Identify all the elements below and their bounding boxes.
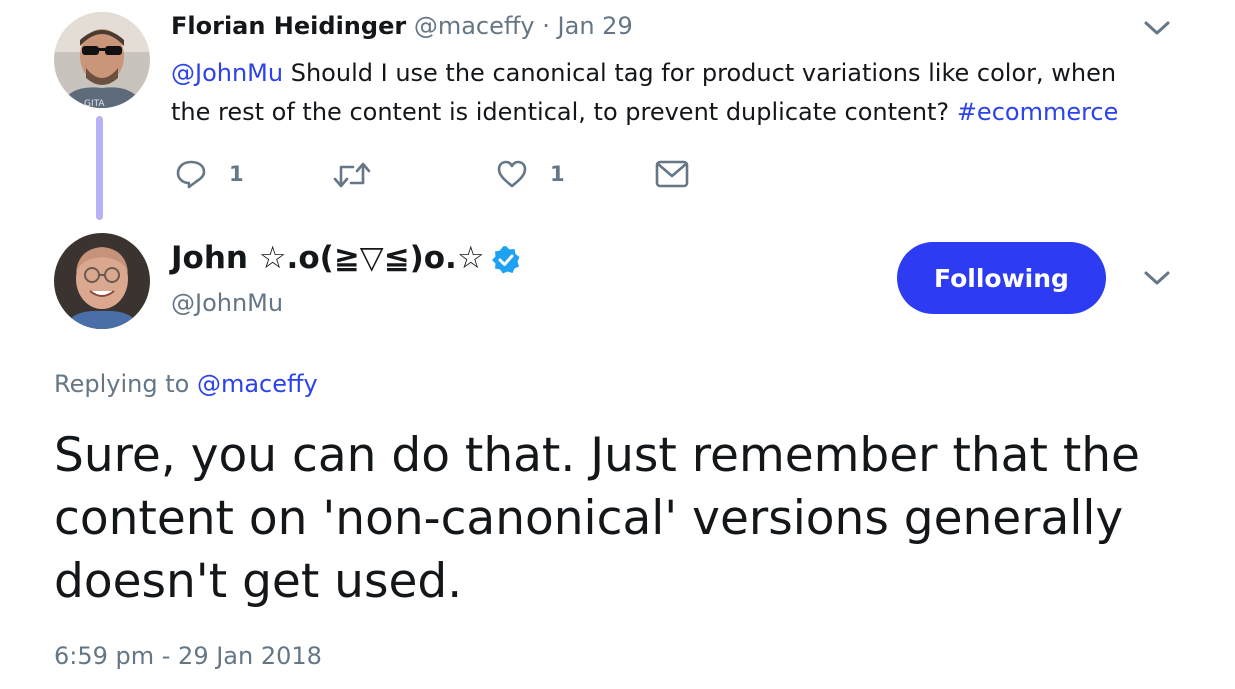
reply-text-part-2: the rest of the content is identical, to… xyxy=(171,98,957,126)
main-text-line-2: content on 'non-canonical' versions gene… xyxy=(54,491,1124,546)
avatar-john-image xyxy=(54,233,150,329)
reply-author-name[interactable]: Florian Heidinger xyxy=(171,12,406,40)
like-count: 1 xyxy=(550,162,565,186)
retweet-action-button[interactable] xyxy=(333,161,389,189)
reply-author-handle[interactable]: @maceffy xyxy=(414,12,535,40)
mail-icon xyxy=(655,160,689,188)
avatar-florian[interactable]: GITA xyxy=(54,12,150,108)
main-author-name[interactable]: John ☆.o(≧▽≦)o.☆ xyxy=(171,240,485,276)
direct-message-button[interactable] xyxy=(655,160,689,192)
reply-tweet-text: @JohnMu Should I use the canonical tag f… xyxy=(171,54,1171,132)
reply-text-line-2: the rest of the content is identical, to… xyxy=(171,93,1171,132)
reply-icon xyxy=(176,160,206,189)
main-author-name-row: John ☆.o(≧▽≦)o.☆ xyxy=(171,240,521,276)
reply-date[interactable]: Jan 29 xyxy=(558,12,633,40)
thread-connector-line xyxy=(96,116,103,220)
main-author-handle[interactable]: @JohnMu xyxy=(171,289,283,317)
reply-separator: · xyxy=(542,12,550,40)
heart-icon xyxy=(497,160,527,188)
reply-count: 1 xyxy=(229,162,244,186)
like-action-button[interactable]: 1 xyxy=(496,159,565,189)
avatar-florian-image: GITA xyxy=(54,12,150,108)
main-text-line-1: Sure, you can do that. Just remember tha… xyxy=(54,428,1140,483)
hashtag-link[interactable]: #ecommerce xyxy=(957,98,1119,126)
reply-tweet-header: Florian Heidinger @maceffy · Jan 29 xyxy=(171,12,633,40)
main-tweet-text: Sure, you can do that. Just remember tha… xyxy=(54,424,1140,613)
reply-mention-link[interactable]: @JohnMu xyxy=(171,59,283,87)
main-text-line-3: doesn't get used. xyxy=(54,554,463,609)
reply-chevron-button[interactable] xyxy=(1142,18,1172,42)
main-chevron-button[interactable] xyxy=(1142,268,1172,292)
replying-to-prefix: Replying to xyxy=(54,370,197,398)
reply-text-line-1: @JohnMu Should I use the canonical tag f… xyxy=(171,54,1171,93)
main-tweet-timestamp[interactable]: 6:59 pm - 29 Jan 2018 xyxy=(54,642,322,670)
replying-to-link[interactable]: @maceffy xyxy=(197,370,318,398)
following-button[interactable]: Following xyxy=(897,242,1106,314)
avatar-john[interactable] xyxy=(54,233,150,329)
verified-badge-icon xyxy=(491,245,520,273)
chevron-down-icon xyxy=(1144,21,1170,35)
chevron-down-icon xyxy=(1144,271,1170,285)
reply-text-part-1: Should I use the canonical tag for produ… xyxy=(283,59,1117,87)
replying-to-line: Replying to @maceffy xyxy=(54,370,318,398)
reply-action-button[interactable]: 1 xyxy=(175,159,244,189)
svg-text:GITA: GITA xyxy=(84,99,105,108)
retweet-icon xyxy=(333,162,371,188)
